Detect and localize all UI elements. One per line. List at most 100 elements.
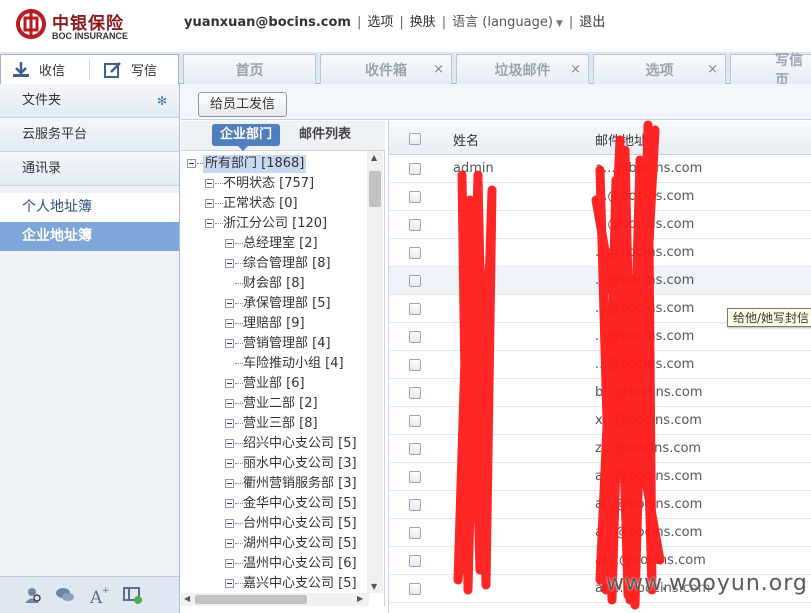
scroll-down-icon[interactable]: ▼ <box>371 582 377 591</box>
tree-node[interactable]: 正常状态 [0] <box>181 195 369 213</box>
contact-email[interactable]: ...@bocins.com <box>595 329 694 344</box>
contact-row[interactable]: a...@bocins.com <box>389 491 811 519</box>
row-checkbox[interactable] <box>409 499 421 511</box>
collapse-toggle-icon[interactable] <box>225 479 234 488</box>
tree-horizontal-scrollbar[interactable]: ◀ ▶ <box>181 593 369 606</box>
font-size-icon[interactable]: A + <box>89 585 109 605</box>
tree-node[interactable]: 营业二部 [2] <box>181 395 369 413</box>
contact-email[interactable]: b...@bocins.com <box>595 385 703 400</box>
collapse-toggle-icon[interactable] <box>205 219 214 228</box>
layout-settings-icon[interactable] <box>123 585 143 605</box>
options-link[interactable]: 选项 <box>367 15 393 30</box>
contact-email[interactable]: a...@bocins.com <box>595 161 702 176</box>
row-checkbox[interactable] <box>409 191 421 203</box>
scroll-up-icon[interactable]: ▲ <box>371 153 377 162</box>
tree-node[interactable]: 湖州中心支公司 [5] <box>181 535 369 553</box>
contact-email[interactable]: a...@bocins.com <box>595 497 702 512</box>
gear-icon[interactable]: ✻ <box>157 84 167 118</box>
collapse-toggle-icon[interactable] <box>225 239 234 248</box>
tree-node[interactable]: 理赔部 [9] <box>181 315 369 333</box>
contact-email[interactable]: ...@bocins.com <box>595 357 694 372</box>
contact-email[interactable]: ...@bocins.com <box>595 189 694 204</box>
row-checkbox[interactable] <box>409 163 421 175</box>
column-header-name[interactable]: 姓名 <box>453 130 479 149</box>
collapse-toggle-icon[interactable] <box>225 399 234 408</box>
row-checkbox[interactable] <box>409 275 421 287</box>
close-icon[interactable]: × <box>707 62 718 77</box>
tab-departments[interactable]: 企业部门 <box>212 124 281 151</box>
language-select[interactable]: 语言 (language) ▼ <box>452 15 563 30</box>
row-checkbox[interactable] <box>409 387 421 399</box>
sidebar-item-contacts[interactable]: 通讯录 <box>0 152 179 186</box>
row-checkbox[interactable] <box>409 527 421 539</box>
tree-node[interactable]: 台州中心支公司 [5] <box>181 515 369 533</box>
close-icon[interactable]: × <box>433 62 444 77</box>
row-checkbox[interactable] <box>409 359 421 371</box>
scroll-thumb[interactable] <box>369 171 381 207</box>
contact-row[interactable]: z...@bocins.com <box>389 435 811 463</box>
receive-mail-button[interactable]: 收信 <box>11 55 65 84</box>
contact-row[interactable]: ...@bocins.com <box>389 323 811 351</box>
collapse-toggle-icon[interactable] <box>225 439 234 448</box>
tab-home[interactable]: 首页 <box>183 54 316 84</box>
contact-email[interactable]: x...@bocins.com <box>595 413 702 428</box>
sidebar-item-cloud[interactable]: 云服务平台 <box>0 118 179 152</box>
scroll-left-icon[interactable]: ◀ <box>184 594 190 603</box>
logout-link[interactable]: 退出 <box>579 15 605 30</box>
tree-node[interactable]: 车险推动小组 [4] <box>181 355 369 373</box>
tree-node[interactable]: 浙江分公司 [120] <box>181 215 369 233</box>
scroll-right-icon[interactable]: ▶ <box>357 594 363 603</box>
tree-node[interactable]: 温州中心支公司 [6] <box>181 555 369 573</box>
contact-email[interactable]: a...@bocins.com <box>595 525 702 540</box>
collapse-toggle-icon[interactable] <box>225 579 234 588</box>
collapse-toggle-icon[interactable] <box>205 179 214 188</box>
tree-node[interactable]: 丽水中心支公司 [3] <box>181 455 369 473</box>
tree-node[interactable]: 嘉兴中心支公司 [5] <box>181 575 369 593</box>
contact-name[interactable]: admin <box>453 161 494 176</box>
contact-row[interactable]: admin a...@bocins.com <box>389 155 811 183</box>
collapse-toggle-icon[interactable] <box>225 559 234 568</box>
row-checkbox[interactable] <box>409 443 421 455</box>
row-checkbox[interactable] <box>409 555 421 567</box>
tab-mailing-lists[interactable]: 邮件列表 <box>291 124 359 146</box>
collapse-toggle-icon[interactable] <box>225 259 234 268</box>
row-checkbox[interactable] <box>409 219 421 231</box>
tree-node[interactable]: 衢州营销服务部 [3] <box>181 475 369 493</box>
tree-node[interactable]: 营业部 [6] <box>181 375 369 393</box>
close-icon[interactable]: × <box>570 62 581 77</box>
column-header-email[interactable]: 邮件地址 <box>595 130 647 149</box>
tab-inbox[interactable]: 收件箱 × <box>320 54 452 84</box>
contact-row[interactable]: ...@bocins.com <box>389 267 811 295</box>
collapse-toggle-icon[interactable] <box>225 499 234 508</box>
tree-vertical-scrollbar[interactable]: ▲ ▼ <box>367 151 383 593</box>
collapse-toggle-icon[interactable] <box>225 339 234 348</box>
collapse-toggle-icon[interactable] <box>225 299 234 308</box>
collapse-toggle-icon[interactable] <box>225 539 234 548</box>
contact-row[interactable]: ...@bocins.com <box>389 351 811 379</box>
collapse-toggle-icon[interactable] <box>225 519 234 528</box>
write-mail-button[interactable]: 写信 <box>103 55 157 84</box>
sidebar-item-folders[interactable]: 文件夹 ✻ <box>0 84 179 118</box>
tree-node[interactable]: 综合管理部 [8] <box>181 255 369 273</box>
contact-row[interactable]: b...@bocins.com <box>389 379 811 407</box>
tree-node[interactable]: 金华中心支公司 [5] <box>181 495 369 513</box>
row-checkbox[interactable] <box>409 583 421 595</box>
row-checkbox[interactable] <box>409 303 421 315</box>
contact-search-icon[interactable] <box>23 585 43 605</box>
select-all-checkbox[interactable] <box>409 133 421 145</box>
collapse-toggle-icon[interactable] <box>225 379 234 388</box>
collapse-toggle-icon[interactable] <box>225 419 234 428</box>
row-checkbox[interactable] <box>409 471 421 483</box>
skin-link[interactable]: 换肤 <box>410 15 436 30</box>
tab-compose[interactable]: 写信页 <box>730 53 811 89</box>
row-checkbox[interactable] <box>409 247 421 259</box>
tree-node[interactable]: 总经理室 [2] <box>181 235 369 253</box>
contact-email[interactable]: a...@bocins.com <box>595 469 702 484</box>
send-to-staff-button[interactable]: 给员工发信 <box>198 92 288 117</box>
tree-root-node[interactable]: 所有部门 [1868] <box>181 155 369 173</box>
contact-row[interactable]: ...@bocins.com <box>389 211 811 239</box>
collapse-toggle-icon[interactable] <box>225 459 234 468</box>
collapse-toggle-icon[interactable] <box>225 319 234 328</box>
collapse-toggle-icon[interactable] <box>205 199 214 208</box>
collapse-toggle-icon[interactable] <box>187 159 196 168</box>
